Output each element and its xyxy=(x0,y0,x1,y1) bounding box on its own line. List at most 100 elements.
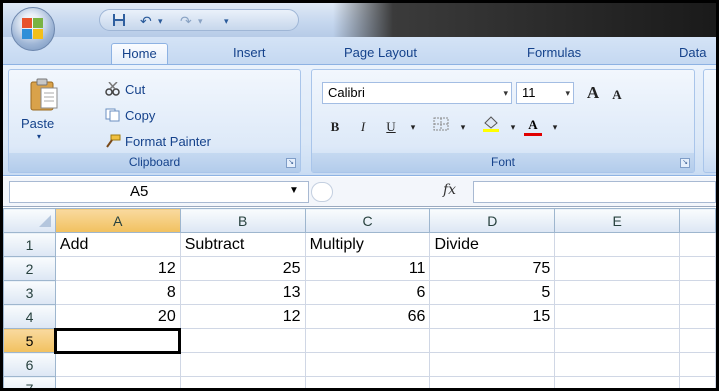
name-box[interactable]: A5 xyxy=(9,181,309,203)
cell-a7[interactable] xyxy=(54,376,181,388)
cell-c6[interactable] xyxy=(304,352,431,377)
cell-b3[interactable]: 13 xyxy=(179,280,306,305)
table-row: 1 Add Subtract Multiply Divide xyxy=(3,232,716,257)
shrink-font-button[interactable]: A xyxy=(606,84,628,106)
italic-button[interactable]: I xyxy=(352,116,374,138)
cell-e3[interactable] xyxy=(554,280,681,305)
cell-f6[interactable] xyxy=(679,352,716,377)
tab-home[interactable]: Home xyxy=(111,43,168,65)
tab-formulas[interactable]: Formulas xyxy=(527,43,581,65)
office-button[interactable] xyxy=(11,7,55,51)
cell-b2[interactable]: 25 xyxy=(179,256,306,281)
cell-d3[interactable]: 5 xyxy=(429,280,556,305)
font-size-combo[interactable]: 11 ▾ xyxy=(516,82,574,104)
column-header-e[interactable]: E xyxy=(554,208,681,233)
cell-b4[interactable]: 12 xyxy=(179,304,306,329)
borders-button[interactable] xyxy=(430,116,452,138)
row-header[interactable]: 6 xyxy=(3,352,56,377)
bold-button[interactable]: B xyxy=(324,116,346,138)
cut-button[interactable]: Cut xyxy=(105,81,145,97)
cell-e4[interactable] xyxy=(554,304,681,329)
cell-c4[interactable]: 66 xyxy=(304,304,431,329)
font-name-dropdown-icon[interactable]: ▾ xyxy=(503,83,508,103)
fill-color-button[interactable] xyxy=(480,116,502,138)
cell-d6[interactable] xyxy=(429,352,556,377)
tab-page-layout[interactable]: Page Layout xyxy=(344,43,417,65)
cell-e5[interactable] xyxy=(554,328,681,353)
cell-a1[interactable]: Add xyxy=(54,232,181,257)
row-header[interactable]: 1 xyxy=(3,232,56,257)
cell-d5[interactable] xyxy=(429,328,556,353)
customize-qat-icon[interactable]: ▾ xyxy=(224,16,229,27)
cell-f2[interactable] xyxy=(679,256,716,281)
tab-data[interactable]: Data xyxy=(679,43,706,65)
tab-insert[interactable]: Insert xyxy=(233,43,266,65)
cell-e7[interactable] xyxy=(554,376,681,388)
redo-dropdown-icon[interactable]: ▾ xyxy=(198,16,203,27)
borders-dropdown-icon[interactable]: ▾ xyxy=(452,116,474,138)
font-size-dropdown-icon[interactable]: ▾ xyxy=(565,83,570,103)
cell-f1[interactable] xyxy=(679,232,716,257)
paste-button[interactable]: Paste ▾ xyxy=(21,78,63,148)
cell-f4[interactable] xyxy=(679,304,716,329)
font-color-button[interactable]: A xyxy=(522,114,544,136)
row-header[interactable]: 3 xyxy=(3,280,56,305)
table-row: 6 xyxy=(3,352,716,377)
cell-b1[interactable]: Subtract xyxy=(179,232,306,257)
cell-e2[interactable] xyxy=(554,256,681,281)
column-header-f[interactable] xyxy=(679,208,716,233)
cell-a3[interactable]: 8 xyxy=(54,280,181,305)
font-color-dropdown-icon[interactable]: ▾ xyxy=(544,116,566,138)
row-header[interactable]: 2 xyxy=(3,256,56,281)
alignment-group-partial xyxy=(703,69,716,173)
cell-a6[interactable] xyxy=(54,352,181,377)
fill-color-dropdown-icon[interactable]: ▾ xyxy=(502,116,524,138)
insert-function-icon[interactable]: fx xyxy=(443,182,456,198)
undo-dropdown-icon[interactable]: ▾ xyxy=(158,16,163,27)
column-header-d[interactable]: D xyxy=(429,208,556,233)
row-header[interactable]: 7 xyxy=(3,376,56,388)
cell-c2[interactable]: 11 xyxy=(304,256,431,281)
select-all-corner[interactable] xyxy=(3,208,56,233)
active-cell-a5[interactable] xyxy=(54,327,182,354)
cell-d2[interactable]: 75 xyxy=(429,256,556,281)
formula-input[interactable] xyxy=(473,181,716,203)
cell-c7[interactable] xyxy=(304,376,431,388)
cell-c3[interactable]: 6 xyxy=(304,280,431,305)
cell-a2[interactable]: 12 xyxy=(54,256,181,281)
font-name-combo[interactable]: Calibri ▾ xyxy=(322,82,512,104)
cell-a4[interactable]: 20 xyxy=(54,304,181,329)
save-icon[interactable] xyxy=(112,13,126,30)
grow-font-button[interactable]: A xyxy=(582,82,604,104)
cell-d1[interactable]: Divide xyxy=(429,232,556,257)
name-box-dropdown-icon[interactable]: ▼ xyxy=(289,185,299,196)
underline-dropdown-icon[interactable]: ▾ xyxy=(402,116,424,138)
cell-b7[interactable] xyxy=(179,376,306,388)
cell-b6[interactable] xyxy=(179,352,306,377)
row-header[interactable]: 4 xyxy=(3,304,56,329)
row-header-selected[interactable]: 5 xyxy=(3,328,56,353)
cell-d4[interactable]: 15 xyxy=(429,304,556,329)
copy-button[interactable]: Copy xyxy=(105,108,155,123)
cell-c5[interactable] xyxy=(304,328,431,353)
cell-e6[interactable] xyxy=(554,352,681,377)
cell-f7[interactable] xyxy=(679,376,716,388)
cell-f5[interactable] xyxy=(679,328,716,353)
cell-e1[interactable] xyxy=(554,232,681,257)
paintbrush-icon xyxy=(105,134,121,148)
redo-icon[interactable]: ↷ xyxy=(180,13,192,30)
cell-f3[interactable] xyxy=(679,280,716,305)
cell-c1[interactable]: Multiply xyxy=(304,232,431,257)
font-size-value: 11 xyxy=(522,85,536,100)
column-header-c[interactable]: C xyxy=(304,208,431,233)
column-header-b[interactable]: B xyxy=(179,208,306,233)
column-header-a[interactable]: A xyxy=(54,208,181,233)
cell-b5[interactable] xyxy=(179,328,306,353)
undo-icon[interactable]: ↶ xyxy=(140,13,152,30)
underline-button[interactable]: U xyxy=(380,116,402,138)
format-painter-label: Format Painter xyxy=(125,134,211,149)
font-launcher-icon[interactable]: ↘ xyxy=(680,158,690,168)
clipboard-launcher-icon[interactable]: ↘ xyxy=(286,158,296,168)
cell-d7[interactable] xyxy=(429,376,556,388)
format-painter-button[interactable]: Format Painter xyxy=(105,134,211,149)
